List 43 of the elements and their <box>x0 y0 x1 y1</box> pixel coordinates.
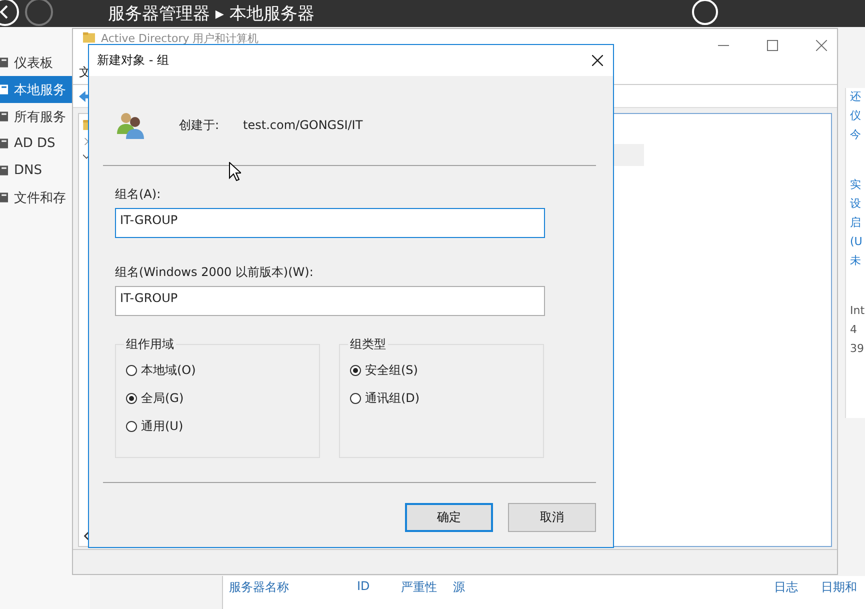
column-header[interactable]: 严重性 <box>401 579 437 596</box>
radio-button[interactable]: 本地域(O) <box>126 361 196 380</box>
radio-button[interactable]: 通用(U) <box>126 417 184 436</box>
group-title: 组作用域 <box>125 336 175 353</box>
radio-button[interactable]: 通讯组(D) <box>350 389 420 408</box>
created-in-path: test.com/GONGSI/IT <box>243 118 363 132</box>
task-link[interactable]: 今 <box>850 128 865 142</box>
column-header[interactable]: 日期和 <box>821 579 857 596</box>
window-title: 服务器管理器 ▸ 本地服务器 <box>108 3 314 25</box>
task-link[interactable]: 启 <box>850 216 865 230</box>
radio-button[interactable]: 全局(G) <box>126 389 184 408</box>
input-field[interactable]: IT-GROUP <box>115 208 545 238</box>
column-header[interactable]: 日志 <box>774 579 798 596</box>
dialog-button[interactable]: 取消 <box>508 503 596 532</box>
scroll-left-icon[interactable] <box>83 532 90 540</box>
task-link[interactable]: 仪 <box>850 109 865 123</box>
close-icon[interactable] <box>592 55 603 66</box>
cursor-icon <box>229 162 241 181</box>
field-label: 组名(Windows 2000 以前版本)(W): <box>115 264 314 281</box>
users-icon <box>115 110 147 140</box>
task-link[interactable]: 还 <box>850 90 865 104</box>
input-field[interactable]: IT-GROUP <box>115 286 545 316</box>
window-title: Active Directory 用户和计算机 <box>101 32 259 45</box>
task-link[interactable]: 未 <box>850 254 865 268</box>
column-header[interactable]: 源 <box>453 579 465 596</box>
group-title: 组类型 <box>349 336 387 353</box>
panel-icon <box>0 84 8 95</box>
column-header[interactable]: ID <box>357 579 370 593</box>
info-text: 39 <box>850 342 865 356</box>
info-text: Int <box>850 304 865 318</box>
task-link[interactable]: 实 <box>850 178 865 192</box>
folder-icon <box>83 32 95 43</box>
task-link[interactable]: 设 <box>850 197 865 211</box>
maximize-icon[interactable] <box>767 40 778 51</box>
info-text: 4 <box>850 323 858 337</box>
radio-button[interactable]: 安全组(S) <box>350 361 418 380</box>
column-header[interactable]: 服务器名称 <box>229 579 289 596</box>
dialog-title: 新建对象 - 组 <box>97 52 169 69</box>
created-in-label: 创建于: <box>179 116 220 134</box>
dialog-button[interactable]: 确定 <box>405 503 493 532</box>
expander-icon[interactable] <box>83 138 90 145</box>
task-link[interactable]: (U <box>850 235 865 249</box>
field-label: 组名(A): <box>115 186 162 203</box>
